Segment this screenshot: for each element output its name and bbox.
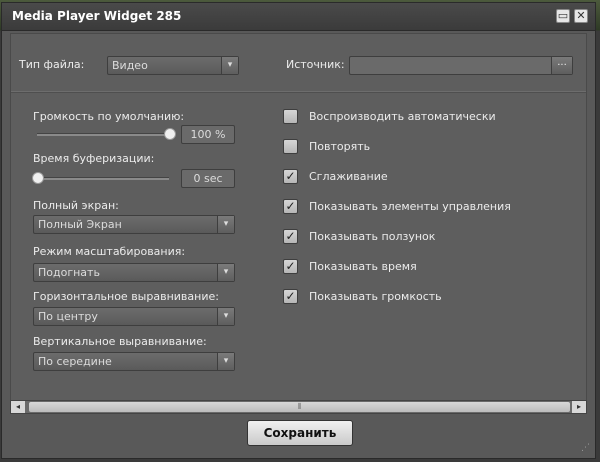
fullscreen-label: Полный экран: [33,199,119,212]
scale-mode-label: Режим масштабирования: [33,245,186,258]
chevron-down-icon: ▾ [217,308,234,325]
option-label[interactable]: Повторять [309,140,370,153]
save-button[interactable]: Сохранить [247,420,353,446]
scroll-left-icon[interactable]: ◂ [11,401,25,413]
window-title: Media Player Widget 285 [12,9,182,23]
volume-slider-knob[interactable] [164,128,176,140]
buffer-label: Время буферизации: [33,152,155,165]
widget-settings-window: Media Player Widget 285 ▭ ✕ Тип файла: В… [1,2,596,459]
browse-button[interactable]: ... [551,57,572,74]
chevron-down-icon: ▾ [217,264,234,281]
horizontal-scrollbar[interactable]: ◂ ⦀ ▸ [10,400,587,414]
v-align-value: По середине [38,355,112,368]
file-type-select[interactable]: Видео ▾ [107,56,239,75]
buffer-value-field[interactable]: 0 sec [181,169,235,188]
settings-panel: Тип файла: Видео ▾ Источник: ... Громкос… [10,33,587,402]
v-align-label: Вертикальное выравнивание: [33,335,207,348]
h-align-select[interactable]: По центру ▾ [33,307,235,326]
option-label[interactable]: Показывать громкость [309,290,442,303]
option-checkbox[interactable]: ✓ [283,169,298,184]
restore-button[interactable]: ▭ [556,9,570,23]
option-checkbox[interactable] [283,109,298,124]
scroll-right-icon[interactable]: ▸ [572,401,586,413]
volume-value-field[interactable]: 100 % [181,125,235,144]
option-checkbox[interactable]: ✓ [283,289,298,304]
option-checkbox[interactable]: ✓ [283,199,298,214]
chevron-down-icon: ▾ [217,353,234,370]
buffer-slider-knob[interactable] [32,172,44,184]
chevron-down-icon: ▾ [221,57,238,74]
option-label[interactable]: Показывать время [309,260,417,273]
option-label[interactable]: Воспроизводить автоматически [309,110,496,123]
close-button[interactable]: ✕ [574,9,588,23]
fullscreen-value: Полный Экран [38,218,122,231]
buffer-slider-track[interactable] [37,177,169,180]
option-label[interactable]: Сглаживание [309,170,388,183]
option-label[interactable]: Показывать элементы управления [309,200,511,213]
file-type-label: Тип файла: [19,58,85,71]
source-label: Источник: [286,58,345,71]
file-type-value: Видео [112,59,148,72]
volume-slider-track[interactable] [37,133,169,136]
fullscreen-select[interactable]: Полный Экран ▾ [33,215,235,234]
title-bar[interactable]: Media Player Widget 285 ▭ ✕ [2,3,595,31]
h-align-value: По центру [38,310,98,323]
volume-label: Громкость по умолчанию: [33,110,185,123]
scale-mode-value: Подогнать [38,266,100,279]
option-checkbox[interactable]: ✓ [283,229,298,244]
option-checkbox[interactable]: ✓ [283,259,298,274]
divider [11,91,586,93]
chevron-down-icon: ▾ [217,216,234,233]
scroll-thumb[interactable]: ⦀ [29,402,570,412]
v-align-select[interactable]: По середине ▾ [33,352,235,371]
source-input[interactable]: ... [349,56,573,75]
option-label[interactable]: Показывать ползунок [309,230,435,243]
scale-mode-select[interactable]: Подогнать ▾ [33,263,235,282]
h-align-label: Горизонтальное выравнивание: [33,290,219,303]
resize-grip-icon[interactable]: ⋰ [581,444,591,454]
option-checkbox[interactable] [283,139,298,154]
